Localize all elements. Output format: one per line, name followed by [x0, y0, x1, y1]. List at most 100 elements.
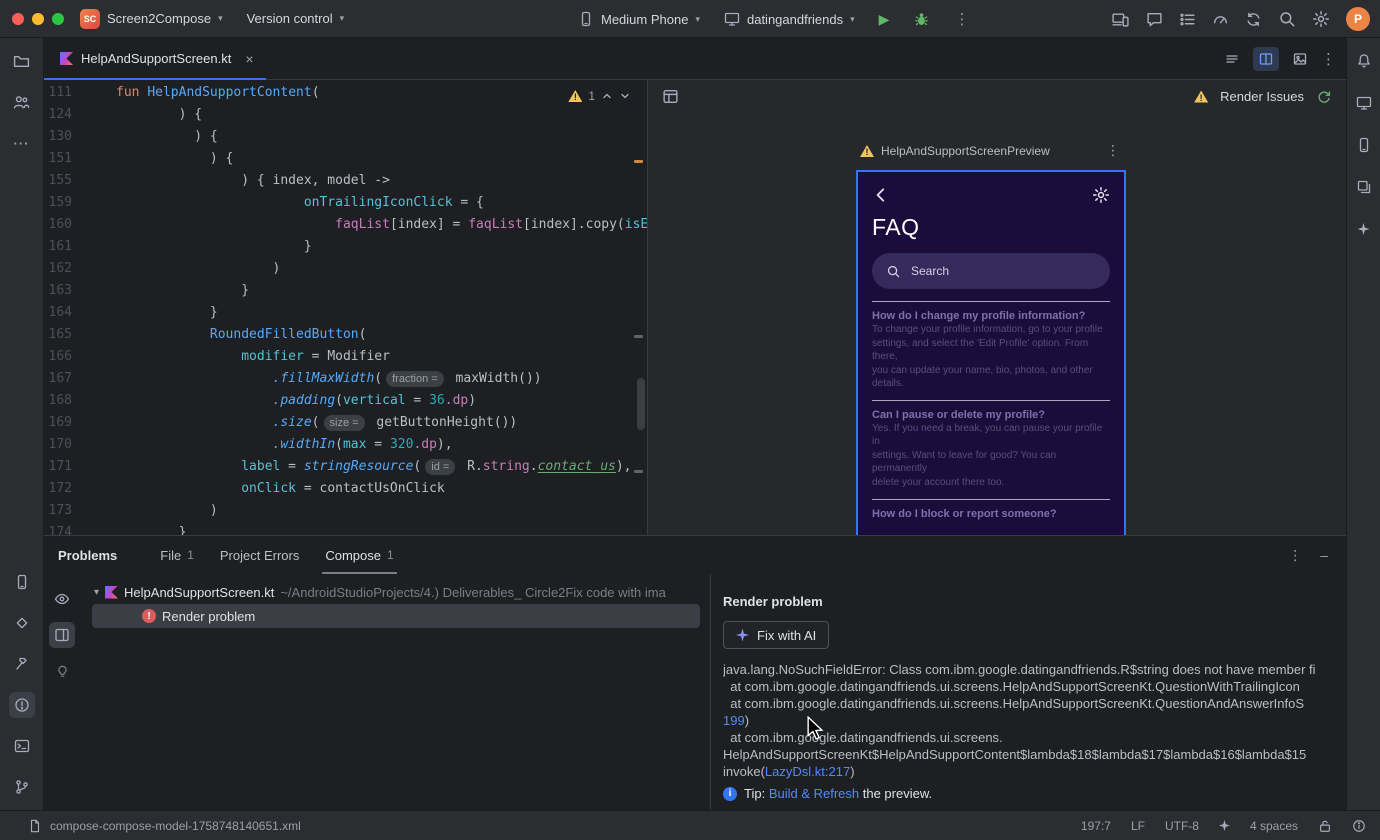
search-icon[interactable] — [1278, 10, 1296, 28]
debug-button[interactable] — [913, 11, 930, 28]
code-line: RoundedFilledButton( — [209, 327, 367, 342]
problems-tool-button[interactable] — [8, 692, 35, 718]
fullscreen-window-button[interactable] — [52, 12, 64, 25]
faq-item[interactable]: How do I change my profile information? T… — [872, 301, 1110, 400]
user-avatar[interactable]: P — [1346, 7, 1370, 31]
device-manager-tool-button[interactable] — [9, 569, 35, 595]
chevron-down-icon: ▾ — [339, 13, 345, 23]
unlocked-icon[interactable] — [1318, 819, 1332, 833]
code-line: ) { index, model -> — [241, 173, 390, 188]
code-line: modifier = Modifier — [241, 349, 390, 364]
faq-item[interactable]: How do I block or report someone? — [872, 499, 1110, 535]
inspections-widget[interactable]: 1 — [564, 87, 635, 105]
device-explorer-tool-button[interactable] — [1351, 132, 1377, 158]
editor-layout-split-button[interactable] — [1253, 46, 1279, 71]
tip-row: Tip: Build & Refresh the preview. — [723, 785, 1346, 802]
next-issue-chevron-icon[interactable] — [619, 90, 631, 102]
editor-tab[interactable]: HelpAndSupportScreen.kt × — [44, 38, 266, 81]
vcs-menu[interactable]: Version control ▾ — [247, 11, 345, 26]
more-run-actions-kebab[interactable]: ⋮ — [954, 10, 969, 28]
faq-item[interactable]: Can I pause or delete my profile? Yes. If… — [872, 400, 1110, 499]
app-insights-tool-button[interactable] — [9, 610, 35, 636]
project-menu[interactable]: SC Screen2Compose ▾ — [80, 8, 223, 29]
close-window-button[interactable] — [12, 12, 24, 25]
tree-file-path: ~/AndroidStudioProjects/4.) Deliverables… — [280, 584, 666, 600]
more-tool-windows-button[interactable]: ··· — [9, 130, 35, 156]
running-devices-tool-button[interactable] — [1351, 90, 1377, 116]
run-button[interactable]: ▶ — [879, 12, 890, 26]
file-encoding[interactable]: UTF-8 — [1165, 819, 1199, 833]
profiler-icon[interactable] — [1212, 11, 1229, 28]
build-tool-button[interactable] — [9, 651, 35, 677]
chevron-down-icon[interactable]: ▾ — [94, 587, 99, 598]
device-selector[interactable]: Medium Phone ▾ — [578, 11, 700, 27]
line-ending[interactable]: LF — [1131, 819, 1145, 833]
settings-gear-icon[interactable] — [1312, 10, 1330, 28]
task-list-icon[interactable] — [1179, 11, 1196, 28]
compose-preview-phone[interactable]: FAQ Search How do I change my profile in… — [856, 170, 1126, 535]
line-number: 159 — [48, 195, 72, 210]
kotlin-file-icon — [105, 585, 119, 599]
search-field[interactable]: Search — [872, 253, 1110, 289]
settings-gear-icon[interactable] — [1092, 186, 1110, 204]
tool-window-options-kebab[interactable]: ⋮ — [1288, 547, 1302, 564]
terminal-icon — [14, 739, 29, 753]
editor-scrollbar-thumb[interactable] — [637, 378, 645, 430]
layers-icon — [1357, 180, 1370, 194]
code-editor[interactable]: 111 124 130 151 155 159 160 161 162 163 164 165 166 1… — [44, 80, 648, 535]
running-devices-icon[interactable] — [1111, 11, 1130, 28]
split-panel-icon — [55, 628, 69, 642]
project-tool-button[interactable] — [9, 48, 35, 74]
close-tab-icon[interactable]: × — [245, 51, 253, 67]
status-indicator-icon[interactable] — [1352, 819, 1366, 833]
version-control-tool-button[interactable] — [9, 774, 35, 800]
stack-trace-link[interactable]: LazyDsl.kt:217 — [765, 764, 850, 779]
editor-options-kebab[interactable]: ⋮ — [1321, 50, 1336, 68]
kotlin-file-icon — [60, 52, 73, 65]
line-number: 155 — [48, 173, 72, 188]
previous-issue-chevron-icon[interactable] — [601, 90, 613, 102]
editor-layout-code-button[interactable] — [1219, 47, 1245, 71]
resource-manager-tool-button[interactable] — [1351, 174, 1377, 200]
tab-compose[interactable]: Compose 1 — [312, 536, 406, 574]
preview-issue-eye-button[interactable] — [49, 586, 75, 612]
fix-with-ai-button[interactable]: Fix with AI — [723, 621, 830, 649]
line-number: 173 — [48, 503, 72, 518]
editor-gutter[interactable]: 111 124 130 151 155 159 160 161 162 163 164 165 166 1… — [44, 82, 72, 535]
caret-position[interactable]: 197:7 — [1081, 819, 1111, 833]
build-refresh-link[interactable]: Build & Refresh — [769, 786, 859, 801]
back-icon[interactable] — [872, 186, 890, 204]
minimize-window-button[interactable] — [32, 12, 44, 25]
details-panel-toggle-button[interactable] — [49, 622, 75, 648]
gemini-tool-button[interactable] — [1351, 216, 1377, 242]
preview-layout-icon[interactable] — [662, 88, 679, 105]
ai-status-icon[interactable] — [1218, 820, 1230, 831]
notifications-tool-button[interactable] — [1351, 48, 1377, 74]
scrollbar-mark — [634, 335, 643, 338]
device-name: Medium Phone — [601, 11, 689, 27]
run-configuration-selector[interactable]: datingandfriends ▾ — [724, 11, 855, 27]
terminal-tool-button[interactable] — [9, 733, 35, 759]
tree-issue-row[interactable]: Render problem — [92, 604, 700, 628]
ai-chat-icon[interactable] — [1146, 11, 1163, 28]
search-placeholder: Search — [911, 264, 950, 278]
tab-project-errors[interactable]: Project Errors — [207, 536, 312, 574]
line-number: 168 — [48, 393, 72, 408]
quick-fix-button[interactable] — [49, 658, 75, 684]
stack-trace-link[interactable]: 199 — [723, 713, 745, 728]
refresh-preview-icon[interactable] — [1316, 89, 1332, 105]
preview-options-kebab[interactable]: ⋮ — [1106, 142, 1120, 159]
gradle-sync-icon[interactable] — [1245, 11, 1262, 28]
collaborators-tool-button[interactable] — [9, 89, 35, 115]
preview-title[interactable]: HelpAndSupportScreenPreview — [860, 144, 1050, 158]
line-number: 111 — [48, 85, 72, 100]
indent-setting[interactable]: 4 spaces — [1250, 819, 1298, 833]
editor-code[interactable]: fun HelpAndSupportContent() {) {) {) { i… — [116, 82, 647, 535]
hide-tool-window-icon[interactable]: – — [1320, 547, 1328, 563]
tab-file[interactable]: File 1 — [147, 536, 207, 574]
render-issues-label[interactable]: Render Issues — [1220, 89, 1304, 104]
code-view-icon — [1226, 54, 1238, 63]
tree-file-row[interactable]: ▾ HelpAndSupportScreen.kt ~/AndroidStudi… — [80, 580, 710, 604]
line-number: 170 — [48, 437, 72, 452]
editor-layout-design-button[interactable] — [1287, 47, 1313, 71]
